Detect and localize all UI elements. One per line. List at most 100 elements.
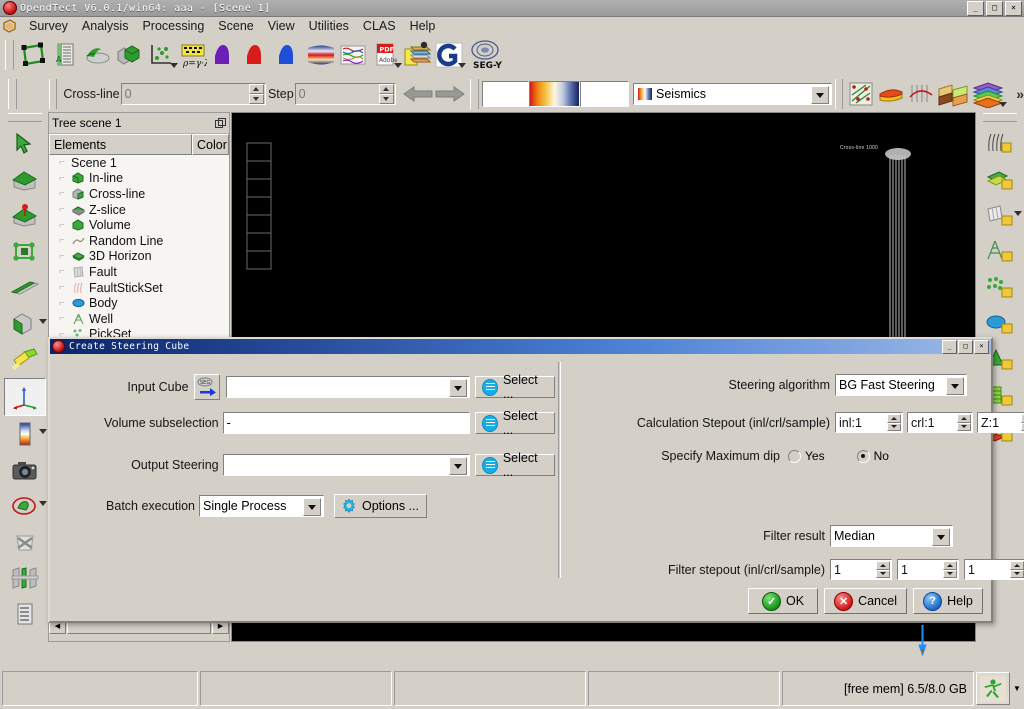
menu-view[interactable]: View bbox=[261, 18, 302, 35]
calc-inline-spin-up[interactable] bbox=[887, 414, 901, 423]
batch-execution-dropdown-arrow[interactable] bbox=[303, 498, 321, 516]
toolbar2-grip-a[interactable] bbox=[8, 79, 17, 109]
highlight-marker-icon[interactable] bbox=[5, 342, 45, 378]
manage-seismics-icon[interactable]: A bbox=[49, 39, 81, 71]
batch-execution-select[interactable]: Single Process bbox=[199, 495, 324, 517]
filter-z-spin-arrows[interactable] bbox=[1010, 561, 1024, 578]
attributes-icon[interactable] bbox=[81, 39, 113, 71]
calc-stepout-crossline-value[interactable]: crl:1 bbox=[908, 416, 957, 430]
input-cube-dropdown-arrow[interactable] bbox=[449, 379, 468, 397]
filter-inline-spin-up[interactable] bbox=[876, 561, 890, 570]
menu-survey[interactable]: Survey bbox=[22, 18, 75, 35]
remove-selection-icon[interactable] bbox=[5, 524, 45, 560]
toolbar2-grip-c[interactable] bbox=[469, 79, 479, 109]
crossline-spin-up[interactable] bbox=[248, 84, 264, 94]
wedge-model-icon[interactable] bbox=[936, 78, 970, 110]
filter-z-spin-down[interactable] bbox=[1010, 569, 1024, 578]
filter-stepout-z[interactable]: 1 bbox=[964, 559, 1024, 580]
filter-stepout-crossline[interactable]: 1 bbox=[897, 559, 959, 580]
calc-crossline-spin-down[interactable] bbox=[957, 422, 971, 431]
maximum-dip-no-radio[interactable]: No bbox=[856, 449, 889, 463]
calc-stepout-crossline[interactable]: crl:1 bbox=[907, 412, 973, 433]
cancel-button[interactable]: ✕ Cancel bbox=[824, 588, 907, 614]
chevron-down-icon[interactable] bbox=[38, 319, 47, 324]
menu-scene[interactable]: Scene bbox=[211, 18, 260, 35]
window-maximize-button[interactable]: □ bbox=[986, 1, 1003, 16]
pdf-export-icon[interactable]: PDF Adobe bbox=[369, 39, 402, 71]
opendtect-logo-icon[interactable] bbox=[433, 39, 466, 71]
filter-crossline-spin-up[interactable] bbox=[943, 561, 957, 570]
soloview-icon[interactable] bbox=[5, 560, 45, 596]
crossplot-icon[interactable] bbox=[145, 39, 178, 71]
calc-stepout-z-value[interactable]: Z:1 bbox=[978, 416, 1021, 430]
survey-setup-icon[interactable] bbox=[17, 39, 49, 71]
left-toolbar-grip[interactable] bbox=[7, 113, 42, 122]
calc-stepout-inline-value[interactable]: inl:1 bbox=[836, 416, 887, 430]
picksets-tree-icon[interactable] bbox=[980, 270, 1020, 306]
dialog-close-button[interactable]: × bbox=[974, 339, 989, 354]
previous-slice-button[interactable] bbox=[402, 83, 434, 105]
toolbar2-grip-b[interactable] bbox=[48, 79, 58, 109]
volume-subselection-select-button[interactable]: Select ... bbox=[474, 409, 555, 437]
fault-icon[interactable] bbox=[906, 78, 936, 110]
help-button[interactable]: ? Help bbox=[913, 588, 983, 614]
column-header-elements[interactable]: Elements bbox=[49, 134, 192, 155]
tree-item-body[interactable]: ⌐ Body bbox=[49, 295, 229, 311]
menu-help[interactable]: Help bbox=[403, 18, 443, 35]
tree-item-faultstickset[interactable]: ⌐ FaultStickSet bbox=[49, 280, 229, 296]
layer-model-icon[interactable] bbox=[401, 39, 433, 71]
display-orientation-icon[interactable] bbox=[5, 306, 47, 342]
batch-options-button[interactable]: Options ... bbox=[334, 494, 427, 518]
colortable-select[interactable]: Seismics bbox=[633, 83, 832, 105]
step-value[interactable]: 0 bbox=[295, 87, 379, 101]
input-cube-select-button[interactable]: Select ... bbox=[475, 373, 555, 401]
output-steering-select-button[interactable]: Select ... bbox=[474, 451, 555, 479]
wavelet-blue-icon[interactable] bbox=[273, 39, 305, 71]
filter-result-dropdown-arrow[interactable] bbox=[932, 528, 950, 546]
crossline-spin-arrows[interactable] bbox=[248, 84, 264, 104]
filter-inline-spin-arrows[interactable] bbox=[876, 561, 890, 578]
menu-processing[interactable]: Processing bbox=[135, 18, 211, 35]
input-cube-select[interactable] bbox=[226, 376, 471, 398]
faults-tree-icon[interactable] bbox=[980, 198, 1022, 234]
maximum-dip-yes-radio[interactable]: Yes bbox=[788, 449, 825, 463]
dialog-minimize-button[interactable]: _ bbox=[942, 339, 957, 354]
step-spin-up[interactable] bbox=[378, 84, 394, 94]
wells-manage-icon[interactable] bbox=[980, 234, 1020, 270]
tree-item-well[interactable]: ⌐ Well bbox=[49, 311, 229, 327]
chevron-down-icon[interactable] bbox=[38, 501, 47, 506]
set-home-icon[interactable] bbox=[5, 198, 45, 234]
filter-stepout-inline[interactable]: 1 bbox=[830, 559, 892, 580]
crossline-spin-down[interactable] bbox=[248, 94, 264, 104]
column-header-color[interactable]: Color bbox=[192, 134, 229, 155]
calc-stepout-z[interactable]: Z:1 bbox=[977, 412, 1024, 433]
volume-subselection-field[interactable]: - bbox=[222, 412, 470, 434]
step-spin-down[interactable] bbox=[378, 94, 394, 104]
radio-circle-icon[interactable] bbox=[788, 449, 801, 463]
calc-crossline-spin-up[interactable] bbox=[957, 414, 971, 423]
colorbar-icon[interactable] bbox=[5, 416, 47, 452]
view-all-icon[interactable] bbox=[5, 234, 45, 270]
chevron-down-icon[interactable] bbox=[1014, 211, 1022, 216]
window-controls[interactable]: _ □ × bbox=[967, 1, 1022, 16]
radio-circle-icon[interactable] bbox=[856, 449, 870, 463]
random-line-grid-icon[interactable] bbox=[846, 78, 876, 110]
horizon-icon[interactable] bbox=[876, 78, 906, 110]
calc-crossline-spin-arrows[interactable] bbox=[957, 414, 971, 431]
menu-analysis[interactable]: Analysis bbox=[75, 18, 136, 35]
axis-annotation-icon[interactable] bbox=[3, 378, 46, 416]
menu-clas[interactable]: CLAS bbox=[356, 18, 403, 35]
wavelet-red-icon[interactable] bbox=[241, 39, 273, 71]
colortable-gradient[interactable] bbox=[528, 81, 581, 107]
running-man-icon[interactable] bbox=[976, 672, 1010, 705]
calc-inline-spin-arrows[interactable] bbox=[887, 414, 901, 431]
colortable-dropdown-arrow[interactable] bbox=[810, 86, 829, 104]
dialog-window-controls[interactable]: _ □ × bbox=[942, 339, 989, 354]
wavelet-purple-icon[interactable] bbox=[209, 39, 241, 71]
tree-item-horizon3d[interactable]: ⌐ 3D Horizon bbox=[49, 249, 229, 265]
stratigraphy-icon[interactable] bbox=[970, 78, 1008, 110]
undock-icon[interactable] bbox=[215, 117, 226, 129]
chevron-down-icon[interactable] bbox=[999, 102, 1008, 107]
output-steering-dropdown-arrow[interactable] bbox=[448, 457, 467, 475]
tree-item-scene[interactable]: ⌐ Scene 1 bbox=[49, 155, 229, 171]
